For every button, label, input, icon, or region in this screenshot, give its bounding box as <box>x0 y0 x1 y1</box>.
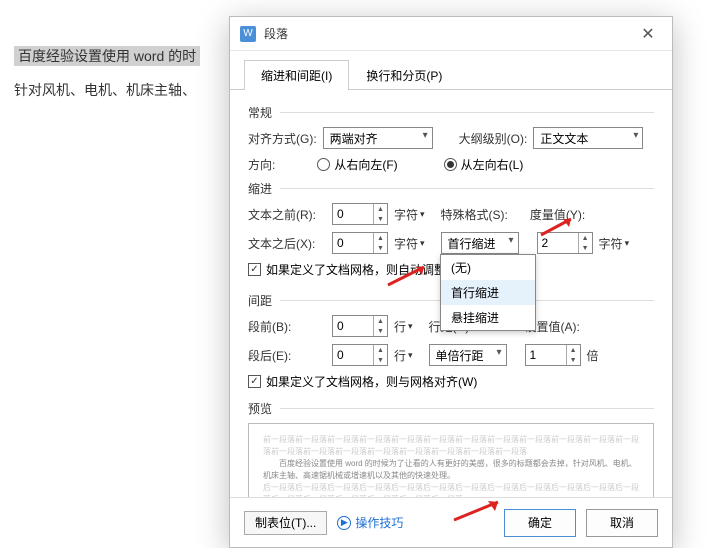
tips-link[interactable]: ▶ 操作技巧 <box>337 514 403 531</box>
tabstops-button[interactable]: 制表位(T)... <box>244 511 327 535</box>
section-general: 常规 <box>248 104 654 121</box>
measure-input[interactable] <box>538 233 578 253</box>
titlebar: W 段落 ✕ <box>230 17 672 51</box>
tab-line-page-breaks[interactable]: 换行和分页(P) <box>349 60 459 90</box>
setvalue-input[interactable] <box>526 345 566 365</box>
setvalue-spinner[interactable]: ▲▼ <box>525 344 581 366</box>
dialog-body: 常规 对齐方式(G): 两端对齐 大纲级别(O): 正文文本 方向: 从右向左(… <box>230 90 672 497</box>
space-before-spinner[interactable]: ▲▼ <box>332 315 388 337</box>
dialog-footer: 制表位(T)... ▶ 操作技巧 确定 取消 <box>230 497 672 547</box>
indent-before-label: 文本之前(R): <box>248 206 326 223</box>
spin-up-icon[interactable]: ▲ <box>374 316 387 326</box>
special-format-dropdown: (无) 首行缩进 悬挂缩进 <box>440 254 536 331</box>
option-none[interactable]: (无) <box>441 255 535 280</box>
section-preview: 预览 <box>248 400 654 417</box>
outline-value: 正文文本 <box>540 130 588 147</box>
bg-line-1: 百度经验设置使用 word 的时 <box>14 46 200 66</box>
close-button[interactable]: ✕ <box>634 20 662 48</box>
space-after-spinner[interactable]: ▲▼ <box>332 344 388 366</box>
spin-up-icon[interactable]: ▲ <box>374 233 387 243</box>
alignment-label: 对齐方式(G): <box>248 130 317 147</box>
checkbox-icon: ✓ <box>248 375 261 388</box>
special-format-label: 特殊格式(S): <box>441 206 508 223</box>
app-icon: W <box>240 26 256 42</box>
measure-spinner[interactable]: ▲▼ <box>537 232 593 254</box>
auto-adjust-label: 如果定义了文档网格，则自动调整 <box>266 261 446 278</box>
preview-ghost-after: 后一段落后一段落后一段落后一段落后一段落后一段落后一段落后一段落后一段落后一段落… <box>263 482 639 497</box>
indent-after-label: 文本之后(X): <box>248 235 326 252</box>
snap-grid-label: 如果定义了文档网格，则与网格对齐(W) <box>266 373 477 390</box>
auto-adjust-checkbox[interactable]: ✓ 如果定义了文档网格，则自动调整 <box>248 261 446 278</box>
spin-up-icon[interactable]: ▲ <box>374 345 387 355</box>
radio-icon <box>317 158 330 171</box>
preview-box: 前一段落前一段落前一段落前一段落前一段落前一段落前一段落前一段落前一段落前一段落… <box>248 423 654 497</box>
snap-grid-checkbox[interactable]: ✓ 如果定义了文档网格，则与网格对齐(W) <box>248 373 477 390</box>
spin-up-icon[interactable]: ▲ <box>374 204 387 214</box>
linespacing-select[interactable]: 单倍行距 <box>429 344 507 366</box>
special-format-value: 首行缩进 <box>448 235 496 252</box>
outline-label: 大纲级别(O): <box>459 130 528 147</box>
spin-down-icon[interactable]: ▼ <box>374 243 387 253</box>
spin-up-icon[interactable]: ▲ <box>567 345 580 355</box>
direction-rtl-label: 从右向左(F) <box>334 156 397 173</box>
option-hanging[interactable]: 悬挂缩进 <box>441 305 535 330</box>
tips-label: 操作技巧 <box>355 514 403 531</box>
bg-line-2: 针对风机、电机、机床主轴、 <box>14 82 196 98</box>
tab-indent-spacing[interactable]: 缩进和间距(I) <box>244 60 349 90</box>
document-background-text: 百度经验设置使用 word 的时 针对风机、电机、机床主轴、 <box>14 40 200 107</box>
indent-before-unit[interactable]: 字符 <box>394 206 425 223</box>
direction-rtl-radio[interactable]: 从右向左(F) <box>317 156 397 173</box>
space-before-unit[interactable]: 行 <box>394 318 413 335</box>
indent-after-unit[interactable]: 字符 <box>394 235 425 252</box>
dialog-title: 段落 <box>264 25 634 42</box>
spin-up-icon[interactable]: ▲ <box>579 233 592 243</box>
close-icon: ✕ <box>641 24 654 44</box>
alignment-select[interactable]: 两端对齐 <box>323 127 433 149</box>
ok-button[interactable]: 确定 <box>504 509 576 537</box>
special-format-select[interactable]: 首行缩进 <box>441 232 519 254</box>
radio-icon <box>444 158 457 171</box>
preview-ghost-before: 前一段落前一段落前一段落前一段落前一段落前一段落前一段落前一段落前一段落前一段落… <box>263 434 639 458</box>
indent-after-spinner[interactable]: ▲▼ <box>332 232 388 254</box>
option-first-line[interactable]: 首行缩进 <box>441 280 535 305</box>
spin-down-icon[interactable]: ▼ <box>579 243 592 253</box>
outline-select[interactable]: 正文文本 <box>533 127 643 149</box>
measure-unit[interactable]: 字符 <box>599 235 630 252</box>
indent-after-input[interactable] <box>333 233 373 253</box>
setvalue-unit: 倍 <box>587 347 599 364</box>
alignment-value: 两端对齐 <box>330 130 378 147</box>
space-before-input[interactable] <box>333 316 373 336</box>
indent-before-input[interactable] <box>333 204 373 224</box>
space-before-label: 段前(B): <box>248 318 326 335</box>
checkbox-icon: ✓ <box>248 263 261 276</box>
direction-ltr-label: 从左向右(L) <box>461 156 524 173</box>
tab-bar: 缩进和间距(I) 换行和分页(P) <box>230 51 672 90</box>
space-after-input[interactable] <box>333 345 373 365</box>
section-indent: 缩进 <box>248 180 654 197</box>
space-after-unit[interactable]: 行 <box>394 347 413 364</box>
preview-sample-text: 百度经验设置使用 word 的时候为了让看的人有更好的美感，很多的标题都会去掉，… <box>263 458 639 482</box>
spin-down-icon[interactable]: ▼ <box>374 214 387 224</box>
space-after-label: 段后(E): <box>248 347 326 364</box>
linespacing-value: 单倍行距 <box>436 347 484 364</box>
paragraph-dialog: W 段落 ✕ 缩进和间距(I) 换行和分页(P) 常规 对齐方式(G): 两端对… <box>229 16 673 548</box>
spin-down-icon[interactable]: ▼ <box>374 326 387 336</box>
play-icon: ▶ <box>337 516 351 530</box>
indent-before-spinner[interactable]: ▲▼ <box>332 203 388 225</box>
measure-label: 度量值(Y): <box>530 206 585 223</box>
spin-down-icon[interactable]: ▼ <box>567 355 580 365</box>
cancel-button[interactable]: 取消 <box>586 509 658 537</box>
direction-label: 方向: <box>248 156 275 173</box>
spin-down-icon[interactable]: ▼ <box>374 355 387 365</box>
direction-ltr-radio[interactable]: 从左向右(L) <box>444 156 524 173</box>
